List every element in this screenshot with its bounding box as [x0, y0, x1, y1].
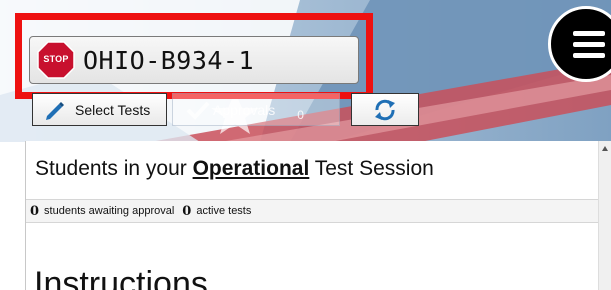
session-panel: Students in your Operational Test Sessio…	[25, 141, 600, 290]
approvals-label: Approvals	[213, 101, 276, 118]
hamburger-menu-icon	[573, 31, 605, 64]
approvals-button[interactable]: Approvals 0	[172, 93, 340, 126]
awaiting-approval-label: students awaiting approval	[44, 205, 175, 217]
heading-suffix: Test Session	[309, 157, 434, 180]
session-id-box: STOP OHIO-B934-1	[29, 36, 359, 84]
pencil-icon	[46, 101, 64, 120]
heading-emphasis: Operational	[192, 157, 310, 180]
active-tests-count: 0	[182, 203, 192, 219]
active-tests-label: active tests	[196, 205, 252, 217]
select-tests-button[interactable]: Select Tests	[32, 93, 167, 126]
session-heading: Students in your Operational Test Sessio…	[35, 157, 434, 181]
heading-prefix: Students in your	[35, 157, 193, 180]
vertical-scrollbar[interactable]	[598, 141, 611, 290]
checkmark-icon	[186, 101, 210, 120]
session-status-bar: 0 students awaiting approval 0 active te…	[26, 199, 599, 223]
refresh-icon	[375, 99, 395, 120]
session-id: OHIO-B934-1	[83, 45, 255, 75]
select-tests-label: Select Tests	[75, 101, 151, 118]
refresh-button[interactable]	[351, 93, 419, 126]
approvals-count: 0	[297, 107, 304, 122]
scroll-up-arrow-icon[interactable]	[599, 141, 611, 155]
instructions-title: Instructions	[34, 265, 208, 290]
awaiting-approval-count: 0	[30, 203, 40, 219]
stop-label: STOP	[43, 54, 69, 64]
stop-session-button[interactable]: STOP	[37, 41, 75, 79]
